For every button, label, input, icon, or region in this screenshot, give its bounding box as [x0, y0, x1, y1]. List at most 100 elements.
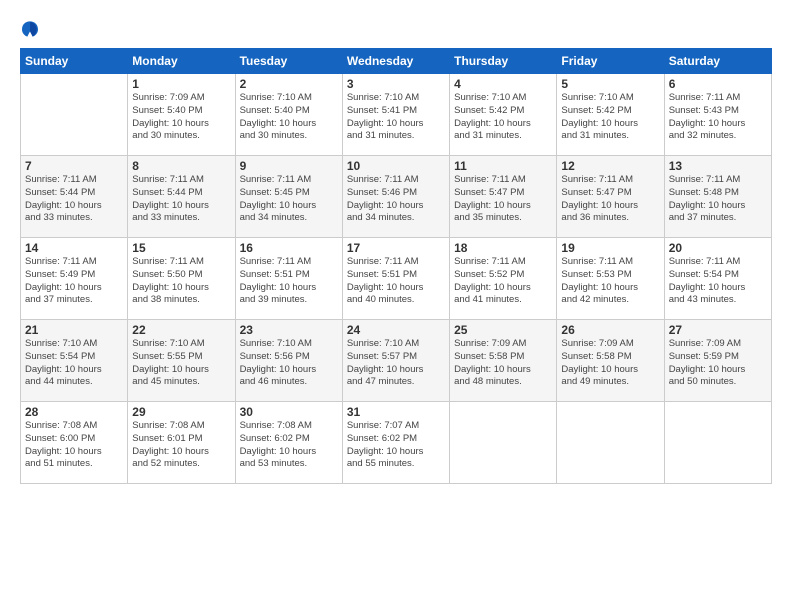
day-info-text: Sunrise: 7:10 AMSunset: 5:42 PMDaylight:… [454, 92, 552, 143]
day-number: 31 [347, 405, 445, 419]
day-number: 13 [669, 159, 767, 173]
day-info-text: Sunrise: 7:10 AMSunset: 5:40 PMDaylight:… [240, 92, 338, 143]
day-number: 21 [25, 323, 123, 337]
day-number: 28 [25, 405, 123, 419]
day-info-text: Sunrise: 7:09 AMSunset: 5:58 PMDaylight:… [454, 338, 552, 389]
page: SundayMondayTuesdayWednesdayThursdayFrid… [0, 0, 792, 612]
day-number: 22 [132, 323, 230, 337]
calendar-cell: 23Sunrise: 7:10 AMSunset: 5:56 PMDayligh… [235, 320, 342, 402]
calendar-cell: 15Sunrise: 7:11 AMSunset: 5:50 PMDayligh… [128, 238, 235, 320]
calendar-week-row: 1Sunrise: 7:09 AMSunset: 5:40 PMDaylight… [21, 74, 772, 156]
day-number: 26 [561, 323, 659, 337]
weekday-header-wednesday: Wednesday [342, 49, 449, 74]
calendar-cell: 5Sunrise: 7:10 AMSunset: 5:42 PMDaylight… [557, 74, 664, 156]
calendar-cell: 17Sunrise: 7:11 AMSunset: 5:51 PMDayligh… [342, 238, 449, 320]
calendar-cell [664, 402, 771, 484]
calendar-cell: 31Sunrise: 7:07 AMSunset: 6:02 PMDayligh… [342, 402, 449, 484]
day-number: 30 [240, 405, 338, 419]
day-number: 16 [240, 241, 338, 255]
day-number: 9 [240, 159, 338, 173]
calendar-week-row: 14Sunrise: 7:11 AMSunset: 5:49 PMDayligh… [21, 238, 772, 320]
day-number: 1 [132, 77, 230, 91]
day-info-text: Sunrise: 7:11 AMSunset: 5:47 PMDaylight:… [454, 174, 552, 225]
calendar-cell: 13Sunrise: 7:11 AMSunset: 5:48 PMDayligh… [664, 156, 771, 238]
day-number: 17 [347, 241, 445, 255]
weekday-header-sunday: Sunday [21, 49, 128, 74]
weekday-header-saturday: Saturday [664, 49, 771, 74]
calendar-cell: 20Sunrise: 7:11 AMSunset: 5:54 PMDayligh… [664, 238, 771, 320]
day-number: 5 [561, 77, 659, 91]
day-info-text: Sunrise: 7:11 AMSunset: 5:51 PMDaylight:… [240, 256, 338, 307]
calendar-cell: 2Sunrise: 7:10 AMSunset: 5:40 PMDaylight… [235, 74, 342, 156]
day-number: 15 [132, 241, 230, 255]
calendar-cell: 24Sunrise: 7:10 AMSunset: 5:57 PMDayligh… [342, 320, 449, 402]
day-info-text: Sunrise: 7:09 AMSunset: 5:59 PMDaylight:… [669, 338, 767, 389]
day-info-text: Sunrise: 7:07 AMSunset: 6:02 PMDaylight:… [347, 420, 445, 471]
calendar-table: SundayMondayTuesdayWednesdayThursdayFrid… [20, 48, 772, 484]
day-info-text: Sunrise: 7:10 AMSunset: 5:42 PMDaylight:… [561, 92, 659, 143]
header [20, 18, 772, 38]
calendar-week-row: 28Sunrise: 7:08 AMSunset: 6:00 PMDayligh… [21, 402, 772, 484]
calendar-cell: 18Sunrise: 7:11 AMSunset: 5:52 PMDayligh… [450, 238, 557, 320]
day-number: 19 [561, 241, 659, 255]
calendar-cell: 27Sunrise: 7:09 AMSunset: 5:59 PMDayligh… [664, 320, 771, 402]
calendar-cell: 19Sunrise: 7:11 AMSunset: 5:53 PMDayligh… [557, 238, 664, 320]
day-info-text: Sunrise: 7:11 AMSunset: 5:44 PMDaylight:… [132, 174, 230, 225]
day-info-text: Sunrise: 7:11 AMSunset: 5:53 PMDaylight:… [561, 256, 659, 307]
day-number: 27 [669, 323, 767, 337]
day-info-text: Sunrise: 7:11 AMSunset: 5:43 PMDaylight:… [669, 92, 767, 143]
calendar-cell: 22Sunrise: 7:10 AMSunset: 5:55 PMDayligh… [128, 320, 235, 402]
day-info-text: Sunrise: 7:11 AMSunset: 5:51 PMDaylight:… [347, 256, 445, 307]
day-info-text: Sunrise: 7:11 AMSunset: 5:52 PMDaylight:… [454, 256, 552, 307]
calendar-cell: 21Sunrise: 7:10 AMSunset: 5:54 PMDayligh… [21, 320, 128, 402]
day-info-text: Sunrise: 7:10 AMSunset: 5:56 PMDaylight:… [240, 338, 338, 389]
day-info-text: Sunrise: 7:08 AMSunset: 6:01 PMDaylight:… [132, 420, 230, 471]
day-number: 18 [454, 241, 552, 255]
calendar-cell: 25Sunrise: 7:09 AMSunset: 5:58 PMDayligh… [450, 320, 557, 402]
calendar-cell: 29Sunrise: 7:08 AMSunset: 6:01 PMDayligh… [128, 402, 235, 484]
calendar-cell: 16Sunrise: 7:11 AMSunset: 5:51 PMDayligh… [235, 238, 342, 320]
weekday-header-monday: Monday [128, 49, 235, 74]
calendar-cell: 26Sunrise: 7:09 AMSunset: 5:58 PMDayligh… [557, 320, 664, 402]
calendar-cell: 14Sunrise: 7:11 AMSunset: 5:49 PMDayligh… [21, 238, 128, 320]
day-number: 4 [454, 77, 552, 91]
calendar-week-row: 21Sunrise: 7:10 AMSunset: 5:54 PMDayligh… [21, 320, 772, 402]
day-number: 11 [454, 159, 552, 173]
day-info-text: Sunrise: 7:08 AMSunset: 6:02 PMDaylight:… [240, 420, 338, 471]
day-info-text: Sunrise: 7:11 AMSunset: 5:46 PMDaylight:… [347, 174, 445, 225]
day-number: 6 [669, 77, 767, 91]
weekday-header-friday: Friday [557, 49, 664, 74]
calendar-cell: 1Sunrise: 7:09 AMSunset: 5:40 PMDaylight… [128, 74, 235, 156]
day-info-text: Sunrise: 7:09 AMSunset: 5:40 PMDaylight:… [132, 92, 230, 143]
day-info-text: Sunrise: 7:11 AMSunset: 5:44 PMDaylight:… [25, 174, 123, 225]
calendar-cell: 28Sunrise: 7:08 AMSunset: 6:00 PMDayligh… [21, 402, 128, 484]
day-number: 7 [25, 159, 123, 173]
day-info-text: Sunrise: 7:10 AMSunset: 5:57 PMDaylight:… [347, 338, 445, 389]
calendar-week-row: 7Sunrise: 7:11 AMSunset: 5:44 PMDaylight… [21, 156, 772, 238]
day-info-text: Sunrise: 7:10 AMSunset: 5:54 PMDaylight:… [25, 338, 123, 389]
calendar-cell: 4Sunrise: 7:10 AMSunset: 5:42 PMDaylight… [450, 74, 557, 156]
calendar-cell: 6Sunrise: 7:11 AMSunset: 5:43 PMDaylight… [664, 74, 771, 156]
day-number: 20 [669, 241, 767, 255]
weekday-header-tuesday: Tuesday [235, 49, 342, 74]
day-info-text: Sunrise: 7:11 AMSunset: 5:47 PMDaylight:… [561, 174, 659, 225]
day-info-text: Sunrise: 7:10 AMSunset: 5:41 PMDaylight:… [347, 92, 445, 143]
calendar-cell: 10Sunrise: 7:11 AMSunset: 5:46 PMDayligh… [342, 156, 449, 238]
calendar-cell: 7Sunrise: 7:11 AMSunset: 5:44 PMDaylight… [21, 156, 128, 238]
calendar-cell: 9Sunrise: 7:11 AMSunset: 5:45 PMDaylight… [235, 156, 342, 238]
logo-icon [20, 18, 40, 38]
day-number: 14 [25, 241, 123, 255]
calendar-cell [557, 402, 664, 484]
day-info-text: Sunrise: 7:11 AMSunset: 5:48 PMDaylight:… [669, 174, 767, 225]
day-info-text: Sunrise: 7:11 AMSunset: 5:50 PMDaylight:… [132, 256, 230, 307]
day-number: 10 [347, 159, 445, 173]
day-number: 2 [240, 77, 338, 91]
calendar-cell: 8Sunrise: 7:11 AMSunset: 5:44 PMDaylight… [128, 156, 235, 238]
day-number: 8 [132, 159, 230, 173]
day-number: 12 [561, 159, 659, 173]
day-number: 23 [240, 323, 338, 337]
day-info-text: Sunrise: 7:10 AMSunset: 5:55 PMDaylight:… [132, 338, 230, 389]
day-number: 3 [347, 77, 445, 91]
day-info-text: Sunrise: 7:11 AMSunset: 5:45 PMDaylight:… [240, 174, 338, 225]
calendar-cell: 30Sunrise: 7:08 AMSunset: 6:02 PMDayligh… [235, 402, 342, 484]
